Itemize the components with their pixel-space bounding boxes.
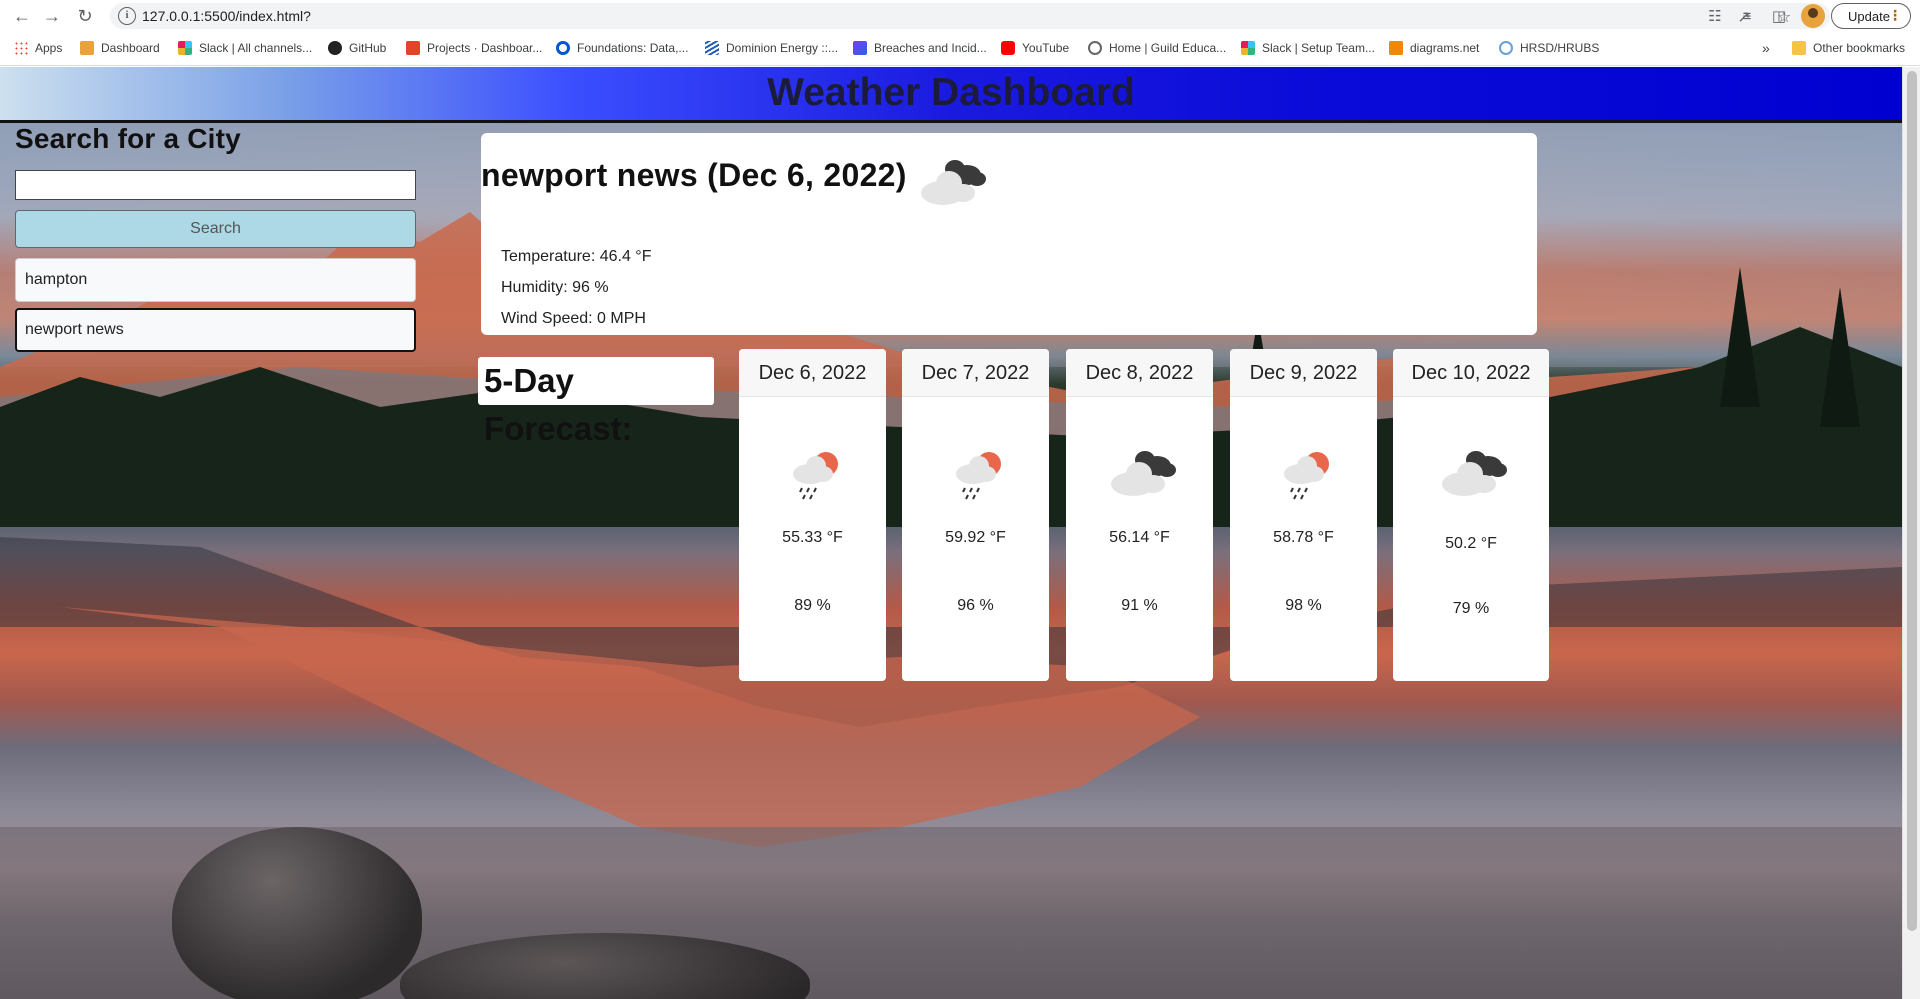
site-info-icon[interactable]: i <box>118 7 136 25</box>
slack-icon <box>178 41 192 55</box>
forecast-date: Dec 7, 2022 <box>902 349 1049 397</box>
browser-chrome: ← → ↻ i 127.0.0.1:5500/index.html? ↗ ☆ ☷… <box>0 0 1920 66</box>
menu-dots-icon: ⋮ <box>1888 7 1902 23</box>
forecast-card: Dec 7, 2022 59.92 °F 96 % <box>902 349 1049 681</box>
forecast-humidity: 91 % <box>1121 597 1158 614</box>
bookmark-dashboard[interactable]: Dashboard <box>80 38 160 58</box>
forecast-temperature: 58.78 °F <box>1273 529 1334 546</box>
youtube-icon <box>1001 41 1015 55</box>
forecast-card: Dec 6, 2022 55.33 °F 89 % <box>739 349 886 681</box>
forecast-date: Dec 6, 2022 <box>739 349 886 397</box>
address-url[interactable]: 127.0.0.1:5500/index.html? <box>142 8 311 24</box>
forecast-card: Dec 8, 2022 56.14 °F 91 % <box>1066 349 1213 681</box>
background-rock <box>172 827 422 999</box>
side-panel-icon[interactable]: ◫ <box>1768 5 1790 27</box>
bookmarks-overflow-chevron-icon[interactable]: » <box>1762 38 1770 58</box>
address-bar[interactable]: i 127.0.0.1:5500/index.html? ↗ ☆ <box>110 3 1830 29</box>
reading-list-icon[interactable]: ≡ <box>1736 5 1758 27</box>
current-city-title: newport news (Dec 6, 2022) <box>481 157 907 193</box>
bookmark-projects-dashboard[interactable]: Projects · Dashboar... <box>406 38 542 58</box>
cloud-icon <box>1499 41 1513 55</box>
current-humidity: Humidity: 96 % <box>501 279 609 296</box>
bookmark-youtube[interactable]: YouTube <box>1001 38 1069 58</box>
bookmark-breaches[interactable]: Breaches and Incid... <box>853 38 987 58</box>
cloudy-icon <box>921 160 986 205</box>
forecast-temperature: 56.14 °F <box>1109 529 1170 546</box>
search-button[interactable]: Search <box>15 210 416 248</box>
scrollbar-thumb[interactable] <box>1907 71 1917 931</box>
bookmark-diagrams[interactable]: diagrams.net <box>1389 38 1479 58</box>
bookmark-foundations[interactable]: Foundations: Data,... <box>556 38 688 58</box>
cloudy-icon <box>1442 451 1507 496</box>
forecast-humidity: 98 % <box>1285 597 1322 614</box>
page-title: Weather Dashboard <box>767 71 1135 114</box>
app-header: Weather Dashboard <box>0 67 1902 123</box>
forecast-temperature: 50.2 °F <box>1445 535 1497 552</box>
forecast-date: Dec 10, 2022 <box>1393 349 1549 397</box>
folder-icon <box>1792 41 1806 55</box>
apps-grid-icon <box>14 41 28 55</box>
forecast-humidity: 89 % <box>794 597 831 614</box>
current-temperature: Temperature: 46.4 °F <box>501 248 652 265</box>
browser-toolbar: ← → ↻ i 127.0.0.1:5500/index.html? ↗ ☆ ☷… <box>0 0 1920 32</box>
history-button-hampton[interactable]: hampton <box>15 258 416 302</box>
cloudy-icon <box>1110 451 1176 496</box>
forecast-card: Dec 10, 2022 50.2 °F 79 % <box>1393 349 1549 681</box>
current-weather-card: newport news (Dec 6, 2022) Temperature: … <box>481 133 1537 335</box>
github-icon <box>328 41 342 55</box>
forecast-date: Dec 8, 2022 <box>1066 349 1213 397</box>
breaches-icon <box>853 41 867 55</box>
page-scrollbar[interactable] <box>1902 67 1920 999</box>
forward-arrow-icon[interactable]: → <box>40 4 64 28</box>
dominion-energy-icon <box>705 41 719 55</box>
current-wind-speed: Wind Speed: 0 MPH <box>501 310 646 327</box>
dashboard-m-icon <box>80 41 94 55</box>
weather-dashboard-page: Weather Dashboard Search for a City Sear… <box>0 67 1902 999</box>
city-search-input[interactable] <box>15 170 416 200</box>
bookmark-slack-all-channels[interactable]: Slack | All channels... <box>178 38 312 58</box>
forecast-card: Dec 9, 2022 58.78 °F 98 % <box>1230 349 1377 681</box>
forecast-date: Dec 9, 2022 <box>1230 349 1377 397</box>
forecast-humidity: 79 % <box>1452 600 1490 617</box>
rain-sun-icon <box>792 452 838 500</box>
extensions-puzzle-icon[interactable]: ☷ <box>1704 5 1726 27</box>
rain-sun-icon <box>1283 452 1329 500</box>
update-button[interactable]: Update ⋮ <box>1831 3 1911 29</box>
search-heading: Search for a City <box>15 123 241 154</box>
forecast-heading: 5-Day Forecast: <box>478 357 714 447</box>
forecast-humidity: 96 % <box>957 597 994 614</box>
slack-icon <box>1241 41 1255 55</box>
guild-g-icon <box>1088 41 1102 55</box>
bookmark-slack-setup[interactable]: Slack | Setup Team... <box>1241 38 1375 58</box>
forecast-temperature: 55.33 °F <box>782 529 843 546</box>
bookmark-guild-education[interactable]: Home | Guild Educa... <box>1088 38 1226 58</box>
history-button-newport-news[interactable]: newport news <box>15 308 416 352</box>
reload-icon[interactable]: ↻ <box>73 4 97 28</box>
rain-sun-icon <box>955 452 1001 500</box>
diagrams-icon <box>1389 41 1403 55</box>
other-bookmarks[interactable]: Other bookmarks <box>1792 38 1905 58</box>
gitlab-icon <box>406 41 420 55</box>
bookmark-github[interactable]: GitHub <box>328 38 386 58</box>
coursera-c-icon <box>556 41 570 55</box>
bookmarks-bar: Apps Dashboard Slack | All channels... G… <box>0 35 1920 61</box>
profile-avatar[interactable] <box>1801 4 1825 28</box>
forecast-temperature: 59.92 °F <box>945 529 1006 546</box>
bookmark-dominion-energy[interactable]: Dominion Energy ::... <box>705 38 838 58</box>
back-arrow-icon[interactable]: ← <box>10 4 34 28</box>
bookmark-apps[interactable]: Apps <box>14 38 62 58</box>
bookmark-hrsd[interactable]: HRSD/HRUBS <box>1499 38 1599 58</box>
update-label: Update <box>1848 8 1890 24</box>
